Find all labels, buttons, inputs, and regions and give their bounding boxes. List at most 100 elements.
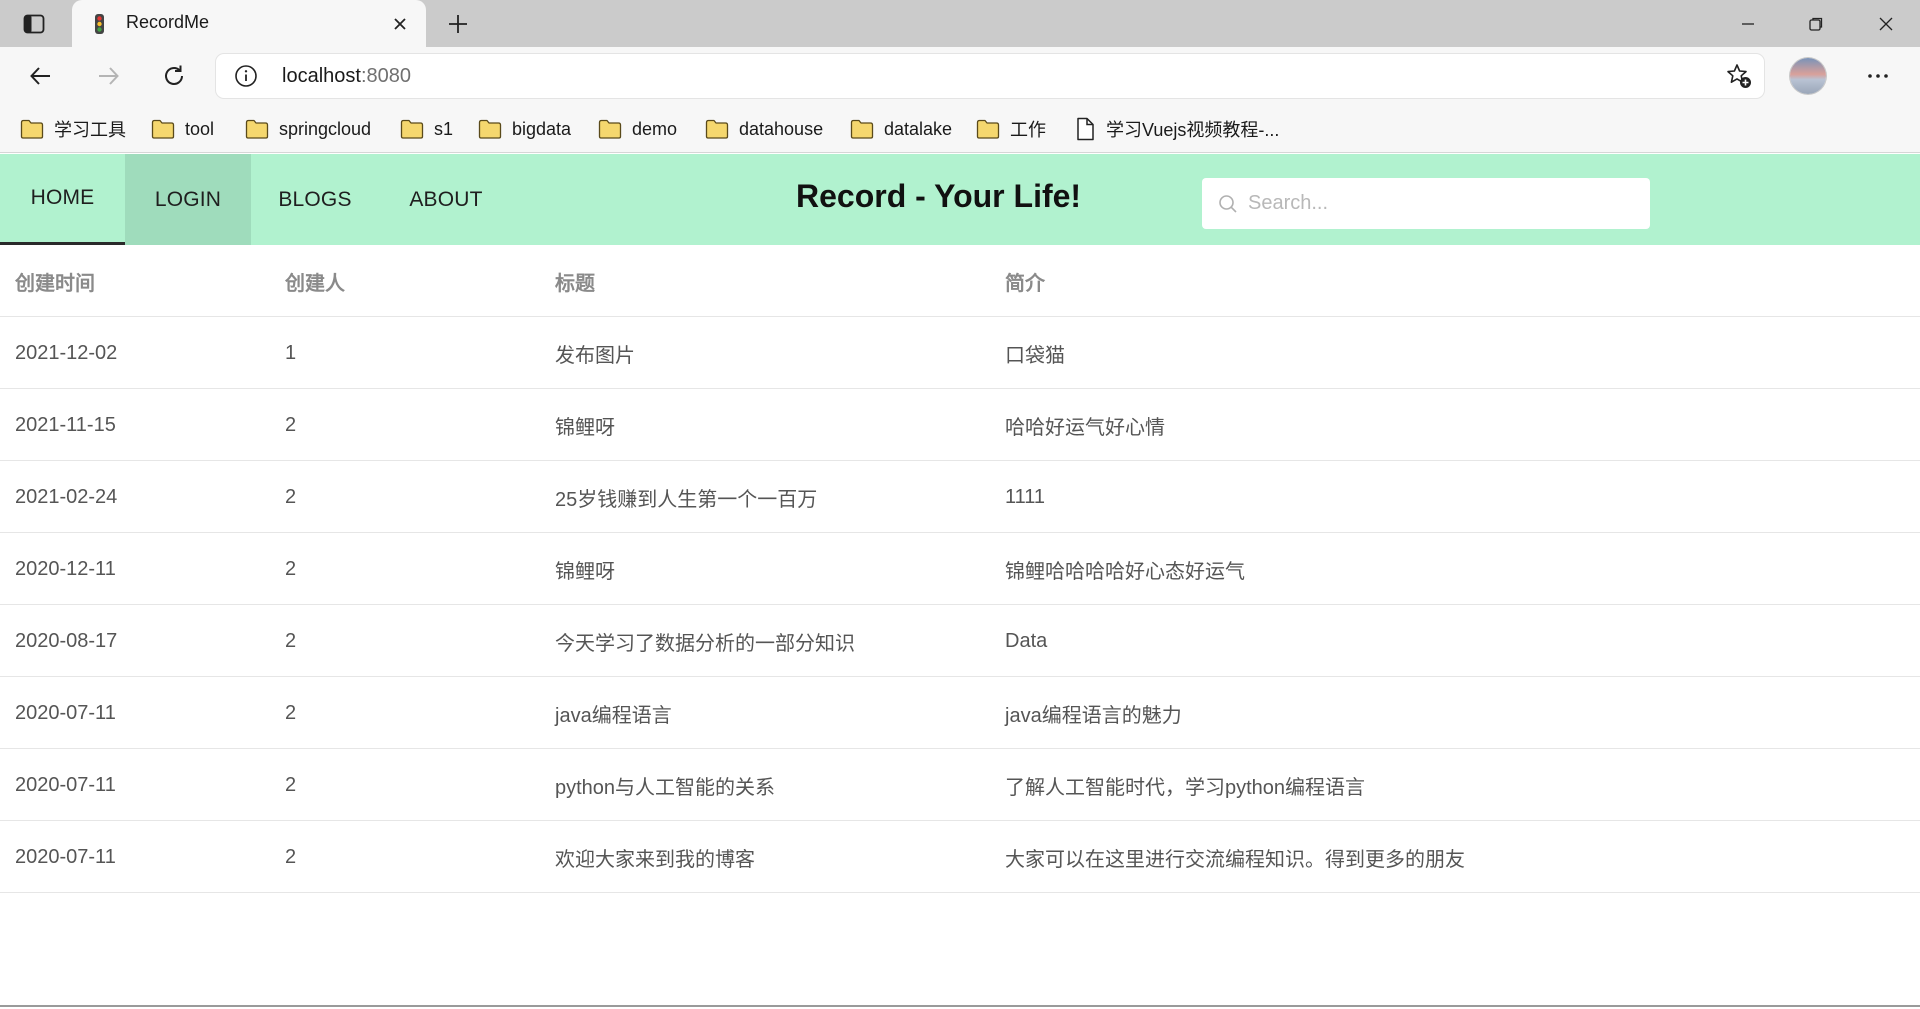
header-summary: 简介 <box>1005 272 1045 295</box>
cell-creator: 2 <box>285 557 297 580</box>
table-row[interactable]: 2020-12-11 2 锦鲤呀 锦鲤哈哈哈哈好心态好运气 <box>0 533 1920 605</box>
more-horizontal-icon <box>1868 74 1888 78</box>
browser-titlebar: RecordMe <box>0 0 1920 47</box>
star-add-icon <box>1727 64 1751 88</box>
tab-title: RecordMe <box>126 12 210 32</box>
back-button[interactable] <box>20 56 62 96</box>
cell-summary: 1111 <box>1005 485 1046 508</box>
header-creator: 创建人 <box>285 272 345 295</box>
bookmark-item[interactable]: 学习Vuejs视频教程-... <box>1074 113 1279 145</box>
cell-summary: java编程语言的魅力 <box>1005 704 1182 727</box>
address-url[interactable]: localhost:8080 <box>282 65 411 88</box>
bookmark-label: tool <box>185 118 215 139</box>
table-row[interactable]: 2020-07-11 2 欢迎大家来到我的博客 大家可以在这里进行交流编程知识。得到更… <box>0 821 1920 893</box>
search-input[interactable] <box>1248 178 1638 229</box>
cell-created-time: 2020-07-11 <box>15 773 116 796</box>
cell-created-time: 2020-07-11 <box>15 701 116 724</box>
bookmark-item[interactable]: datahouse <box>705 113 823 145</box>
table-row[interactable]: 2021-11-15 2 锦鲤呀 哈哈好运气好心情 <box>0 389 1920 461</box>
nav-blogs[interactable]: BLOGS <box>251 154 379 245</box>
cell-summary: 了解人工智能时代，学习python编程语言 <box>1005 776 1366 799</box>
cell-created-time: 2021-02-24 <box>15 485 118 508</box>
minimize-icon <box>1742 22 1754 25</box>
url-port: :8080 <box>360 65 411 87</box>
folder-icon <box>245 119 269 139</box>
window-bottom-border <box>0 1005 1920 1007</box>
nav-login[interactable]: LOGIN <box>125 154 251 245</box>
bookmark-label: springcloud <box>279 118 372 139</box>
cell-title: 今天学习了数据分析的一部分知识 <box>555 632 855 655</box>
profile-avatar[interactable] <box>1790 58 1826 94</box>
bookmark-item[interactable]: 工作 <box>976 113 1046 145</box>
search-box[interactable] <box>1202 178 1650 229</box>
site-navbar: HOME LOGIN BLOGS ABOUT Record - Your Lif… <box>0 154 1920 245</box>
table-row[interactable]: 2021-02-24 2 25岁钱赚到人生第一个一百万 1111 <box>0 461 1920 533</box>
new-tab-button[interactable] <box>440 8 476 40</box>
cell-title: java编程语言 <box>555 704 672 727</box>
arrow-right-icon <box>99 67 119 85</box>
bookmark-label: datahouse <box>739 118 824 139</box>
add-favorite-button[interactable] <box>1724 62 1754 90</box>
folder-icon <box>850 119 874 139</box>
address-bar[interactable]: localhost:8080 <box>216 54 1764 98</box>
bookmarks-bar: 学习工具 tool springcloud s1 bigdata demo datahous… <box>0 105 1920 153</box>
cell-creator: 2 <box>285 845 297 868</box>
bookmark-item[interactable]: datalake <box>850 113 952 145</box>
folder-icon <box>598 119 622 139</box>
cell-created-time: 2020-08-17 <box>15 629 118 652</box>
minimize-button[interactable] <box>1714 0 1782 47</box>
bookmark-item[interactable]: demo <box>598 113 677 145</box>
forward-button[interactable] <box>87 56 129 96</box>
tab-actions-button[interactable] <box>12 8 56 40</box>
bookmark-item[interactable]: tool <box>151 113 214 145</box>
bookmark-item[interactable]: 学习工具 <box>20 113 126 145</box>
search-icon <box>1219 195 1237 213</box>
bookmark-label: 工作 <box>1010 120 1046 140</box>
folder-icon <box>20 119 44 139</box>
arrow-left-icon <box>30 67 50 85</box>
cell-creator: 2 <box>285 773 297 796</box>
settings-more-button[interactable] <box>1858 56 1898 96</box>
table-row[interactable]: 2020-07-11 2 python与人工智能的关系 了解人工智能时代，学习pyth… <box>0 749 1920 821</box>
close-window-button[interactable] <box>1852 0 1920 47</box>
cell-title: 发布图片 <box>555 344 635 367</box>
browser-toolbar: localhost:8080 <box>0 47 1920 105</box>
nav-about[interactable]: ABOUT <box>379 154 513 245</box>
refresh-button[interactable] <box>153 56 195 96</box>
browser-tab-active[interactable]: RecordMe <box>72 0 426 47</box>
cell-creator: 2 <box>285 413 297 436</box>
bookmark-label: 学习Vuejs视频教程-... <box>1106 120 1280 140</box>
table-row[interactable]: 2020-07-11 2 java编程语言 java编程语言的魅力 <box>0 677 1920 749</box>
traffic-light-favicon-icon <box>95 14 104 34</box>
nav-home[interactable]: HOME <box>0 154 125 245</box>
tab-close-button[interactable] <box>388 12 412 36</box>
cell-summary: Data <box>1005 629 1048 652</box>
bookmark-label: datalake <box>884 118 953 139</box>
restore-button[interactable] <box>1782 0 1850 47</box>
site-info-button[interactable] <box>234 64 258 88</box>
refresh-icon <box>165 65 183 85</box>
table-row[interactable]: 2020-08-17 2 今天学习了数据分析的一部分知识 Data <box>0 605 1920 677</box>
bookmark-item[interactable]: bigdata <box>478 113 571 145</box>
header-created-time: 创建时间 <box>15 272 95 295</box>
cell-title: 25岁钱赚到人生第一个一百万 <box>555 488 818 511</box>
cell-title: 锦鲤呀 <box>555 560 615 583</box>
bookmark-item[interactable]: springcloud <box>245 113 371 145</box>
folder-icon <box>478 119 502 139</box>
table-row[interactable]: 2021-12-02 1 发布图片 口袋猫 <box>0 317 1920 389</box>
cell-title: 欢迎大家来到我的博客 <box>555 848 755 871</box>
bookmark-label: 学习工具 <box>54 120 126 140</box>
close-icon <box>394 18 406 30</box>
blog-table: 创建时间 创建人 标题 简介 2021-12-02 1 发布图片 口袋猫 2021-11… <box>0 245 1920 893</box>
site-title: Record - Your Life! <box>796 178 1082 214</box>
plus-icon <box>449 15 467 33</box>
cell-creator: 2 <box>285 629 297 652</box>
folder-icon <box>705 119 729 139</box>
folder-icon <box>976 119 1000 139</box>
bookmark-label: demo <box>632 118 678 139</box>
table-header-row: 创建时间 创建人 标题 简介 <box>0 245 1920 317</box>
cell-summary: 锦鲤哈哈哈哈好心态好运气 <box>1005 560 1245 583</box>
bookmark-item[interactable]: s1 <box>400 113 453 145</box>
cell-created-time: 2021-11-15 <box>15 413 116 436</box>
cell-title: python与人工智能的关系 <box>555 776 776 799</box>
